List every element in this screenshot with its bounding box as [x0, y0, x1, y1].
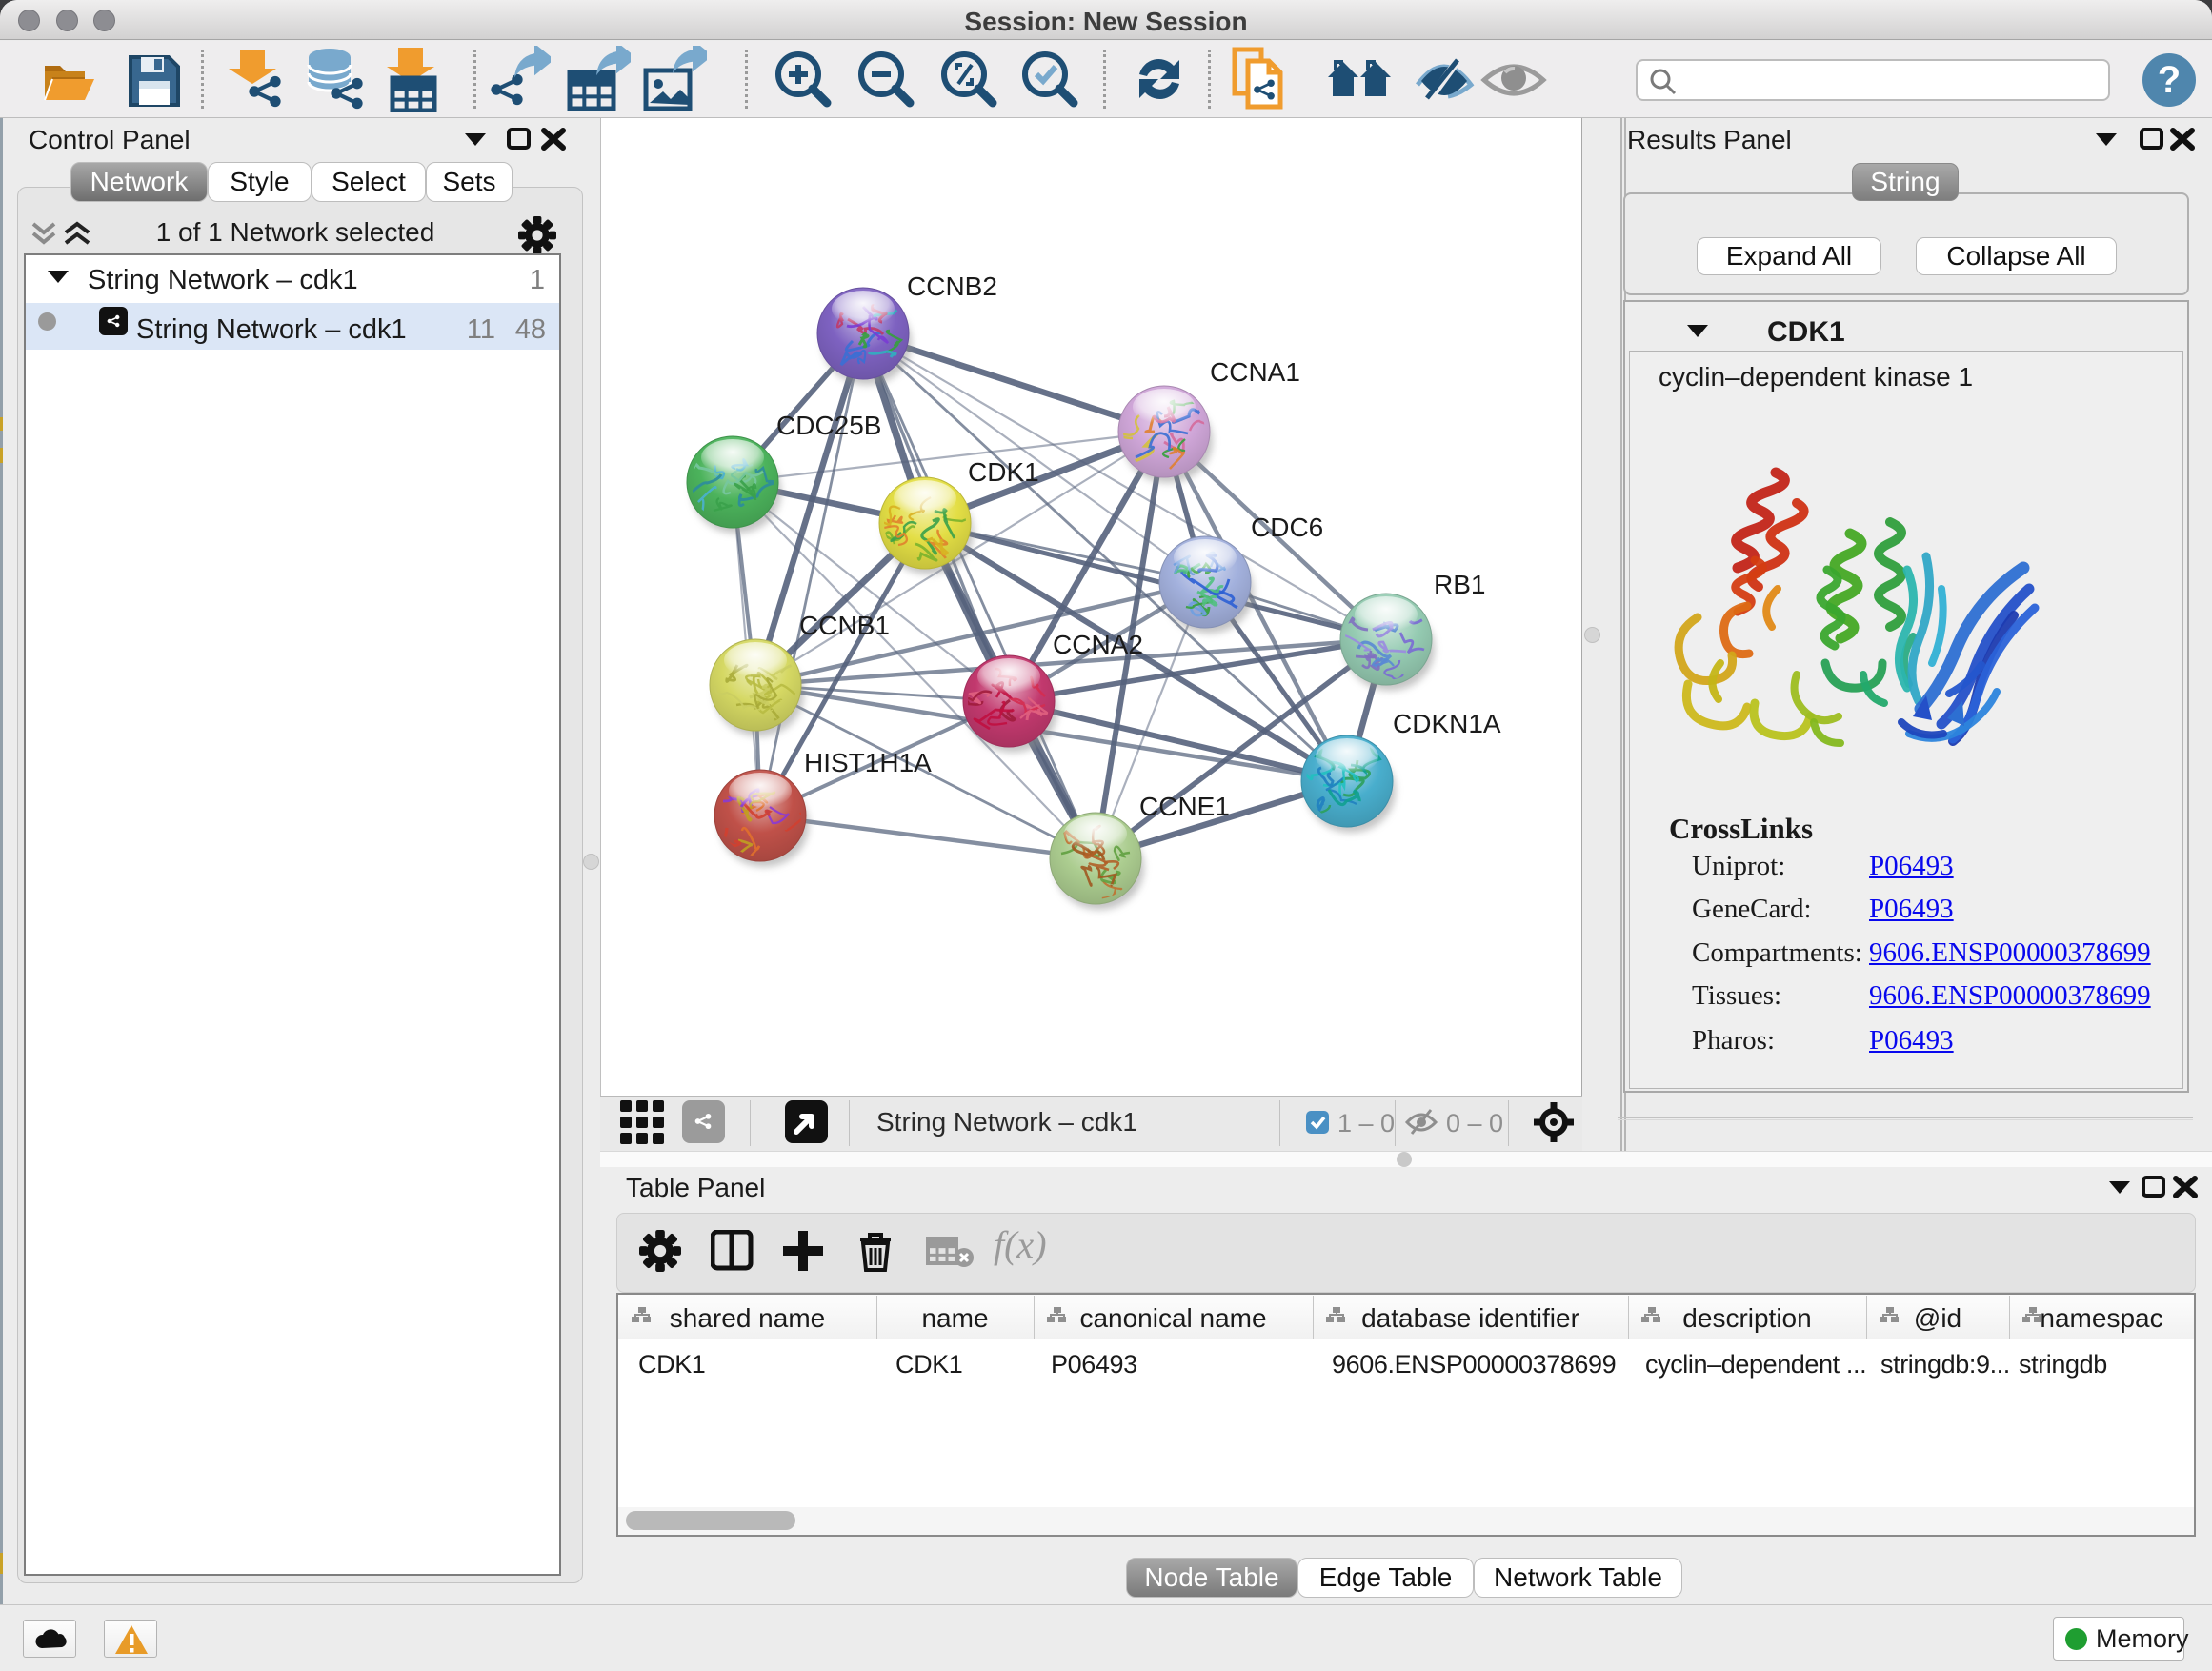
svg-text:CDK1: CDK1: [968, 457, 1039, 487]
svg-text:CCNE1: CCNE1: [1139, 792, 1230, 821]
svg-text:HIST1H1A: HIST1H1A: [804, 748, 932, 777]
svg-text:CCNA1: CCNA1: [1210, 357, 1300, 387]
svg-text:CDC25B: CDC25B: [776, 411, 881, 440]
svg-text:CDKN1A: CDKN1A: [1393, 709, 1501, 738]
svg-text:?: ?: [2158, 59, 2181, 101]
svg-text:CCNB1: CCNB1: [799, 611, 890, 640]
svg-text:CDC6: CDC6: [1251, 513, 1323, 542]
svg-text:CCNA2: CCNA2: [1053, 630, 1143, 659]
svg-text:RB1: RB1: [1434, 570, 1485, 599]
svg-text:CCNB2: CCNB2: [907, 272, 997, 301]
